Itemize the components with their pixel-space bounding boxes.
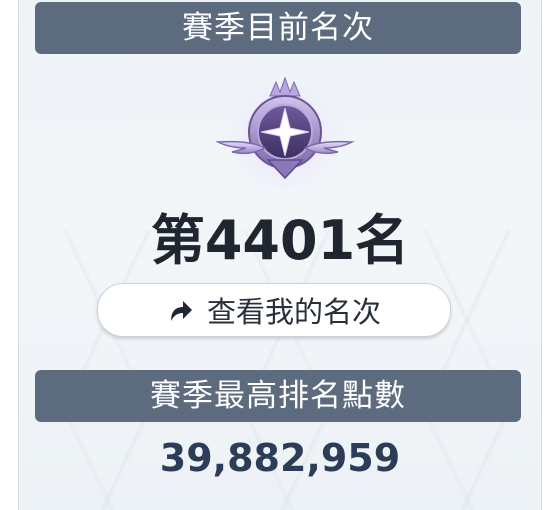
share-arrow-icon: [170, 301, 192, 321]
season-rank-panel: 賽季目前名次 第4401名 查看我的名次 賽季最高排名點數 39,882,959: [18, 0, 542, 510]
season-rank-header: 賽季目前名次: [35, 2, 521, 54]
season-points-value: 39,882,959: [159, 436, 401, 480]
view-my-rank-label: 查看我的名次: [206, 295, 381, 329]
rank-position: 第4401名: [150, 209, 410, 272]
view-my-rank-button[interactable]: 查看我的名次: [97, 283, 451, 337]
season-points-header: 賽季最高排名點數: [35, 370, 521, 422]
season-rank-emblem-icon: [215, 76, 355, 194]
